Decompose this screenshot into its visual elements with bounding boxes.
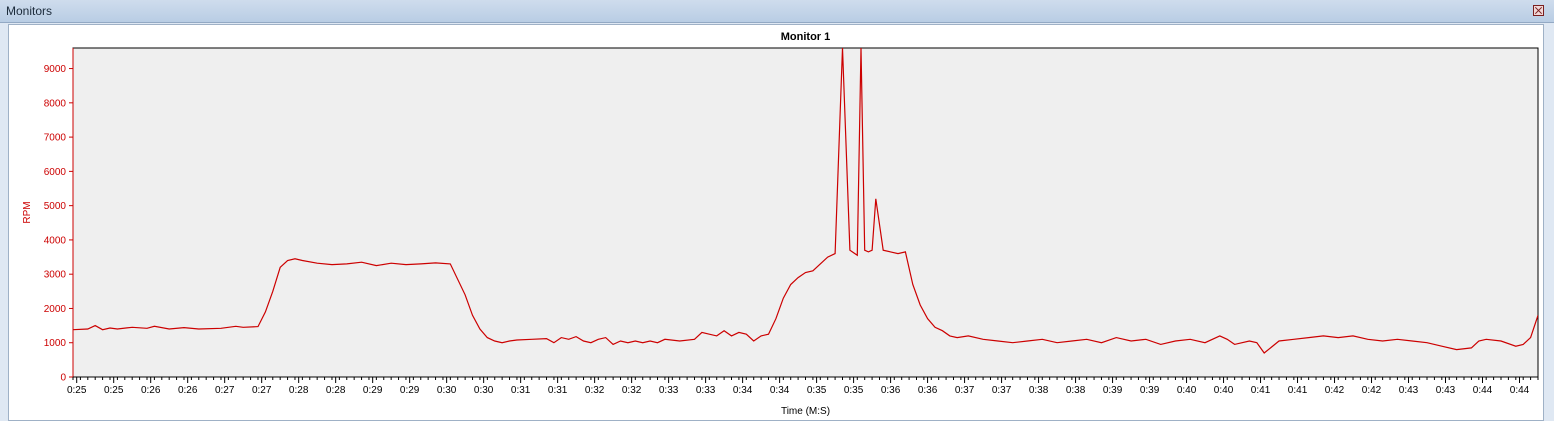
x-tick-label: 0:32: [622, 385, 642, 396]
x-tick-label: 0:42: [1362, 385, 1382, 396]
y-tick-label: 9000: [44, 64, 67, 75]
x-tick-label: 0:32: [585, 385, 605, 396]
x-tick-label: 0:40: [1177, 385, 1197, 396]
plot-area: [72, 47, 1539, 378]
y-axis-label: RPM: [22, 201, 33, 223]
y-tick-label: 7000: [44, 133, 67, 144]
x-tick-label: 0:33: [696, 385, 716, 396]
y-tick-label: 8000: [44, 98, 67, 109]
y-tick-label: 3000: [44, 270, 67, 281]
x-tick-label: 0:42: [1325, 385, 1345, 396]
x-tick-label: 0:26: [141, 385, 161, 396]
y-tick-label: 2000: [44, 304, 67, 315]
x-tick-label: 0:36: [881, 385, 901, 396]
x-tick-label: 0:40: [1214, 385, 1234, 396]
x-tick-label: 0:29: [363, 385, 383, 396]
x-tick-label: 0:37: [955, 385, 975, 396]
x-tick-label: 0:43: [1399, 385, 1419, 396]
x-tick-label: 0:36: [918, 385, 938, 396]
x-tick-label: 0:25: [67, 385, 87, 396]
x-tick-label: 0:29: [400, 385, 420, 396]
x-tick-label: 0:30: [437, 385, 457, 396]
x-tick-label: 0:35: [807, 385, 827, 396]
x-tick-label: 0:25: [104, 385, 124, 396]
x-tick-label: 0:31: [548, 385, 568, 396]
x-tick-label: 0:31: [511, 385, 531, 396]
x-tick-label: 0:39: [1140, 385, 1160, 396]
x-tick-label: 0:39: [1103, 385, 1123, 396]
y-tick-label: 5000: [44, 201, 67, 212]
x-tick-label: 0:28: [326, 385, 346, 396]
chart-title: Monitor 1: [781, 31, 831, 43]
y-tick-label: 0: [60, 373, 66, 384]
x-tick-label: 0:27: [215, 385, 235, 396]
x-tick-label: 0:28: [289, 385, 309, 396]
y-tick-label: 4000: [44, 235, 67, 246]
x-tick-label: 0:38: [1029, 385, 1049, 396]
rpm-chart: Monitor 1 0 1000 2000 3000 4000 5000 6000 7000 80…: [22, 31, 1539, 417]
x-tick-label: 0:44: [1473, 385, 1493, 396]
y-tick-label: 1000: [44, 338, 67, 349]
x-tick-label: 0:34: [733, 385, 753, 396]
x-tick-label: 0:41: [1288, 385, 1308, 396]
y-tick-label: 6000: [44, 167, 67, 178]
x-axis-label: Time (M:S): [781, 406, 830, 417]
x-tick-label: 0:43: [1436, 385, 1456, 396]
x-tick-label: 0:34: [770, 385, 790, 396]
monitors-window: Monitors Monitor 1 0 1000 2000 3000 4000 5000 6…: [0, 0, 1554, 421]
x-tick-label: 0:27: [252, 385, 272, 396]
x-tick-label: 0:30: [474, 385, 494, 396]
x-tick-label: 0:38: [1066, 385, 1086, 396]
x-tick-label: 0:35: [844, 385, 864, 396]
x-tick-label: 0:41: [1251, 385, 1271, 396]
x-tick-label: 0:26: [178, 385, 198, 396]
x-tick-label: 0:37: [992, 385, 1012, 396]
x-tick-label: 0:44: [1510, 385, 1530, 396]
x-tick-label: 0:33: [659, 385, 679, 396]
